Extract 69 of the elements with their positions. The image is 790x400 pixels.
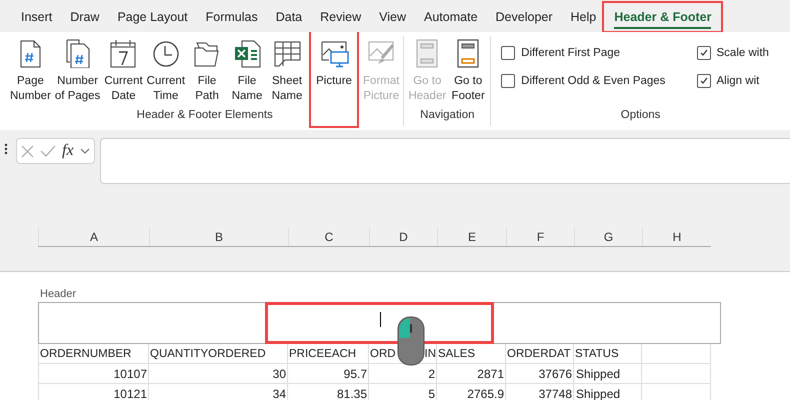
column-header[interactable]: A (38, 228, 149, 246)
ribbon-tab[interactable]: View (370, 4, 416, 30)
table-cell: 10107 (38, 364, 149, 384)
table-cell: ORDERDAT (506, 344, 574, 364)
picture-button[interactable]: Picture (311, 32, 358, 126)
table-cell: QUANTITYORDERED (149, 344, 288, 364)
table-cell: SALES (437, 344, 506, 364)
option-checkbox[interactable]: Different First Page (501, 46, 684, 60)
table-cell: 30 (149, 364, 288, 384)
more-icon[interactable] (4, 142, 8, 156)
formula-input[interactable] (100, 138, 790, 184)
option-checkbox[interactable]: Different Odd & Even Pages (501, 74, 684, 88)
cell-text-fragment: ORD (370, 347, 396, 362)
ribbon-tab[interactable]: Review (311, 4, 370, 30)
enter-icon[interactable] (40, 145, 56, 157)
column-header[interactable]: D (369, 228, 437, 246)
ribbon-tab[interactable]: Formulas (196, 4, 267, 30)
table-cell: 81.35 (288, 384, 369, 400)
table-cell: 5 (369, 384, 437, 400)
empty-cell (642, 364, 711, 384)
table-cell: Shipped (574, 364, 642, 384)
option-checkbox[interactable]: Scale with (696, 46, 788, 60)
table-cell: ORDERNUMBER (38, 344, 149, 364)
insert-function-button[interactable]: fx (62, 142, 74, 160)
column-header[interactable]: G (574, 228, 642, 246)
table-cell: STATUS (574, 344, 642, 364)
table-cell: 2765.9 (437, 384, 506, 400)
table-cell: 95.7 (288, 364, 369, 384)
ribbon-tab[interactable]: Help (562, 4, 606, 30)
group-label: Navigation (419, 108, 476, 123)
ribbon-tab[interactable]: Insert (12, 4, 62, 30)
ribbon-tab[interactable]: Automate (415, 4, 487, 30)
table-cell: 10121 (38, 384, 149, 400)
number-of-pages-button[interactable]: Number of Pages (52, 36, 102, 106)
sheet-name-button[interactable]: Sheet Name (267, 36, 308, 106)
current-time-button[interactable]: Current Time (144, 36, 188, 106)
ribbon-tab[interactable]: Page Layout (108, 4, 197, 30)
cancel-icon[interactable] (21, 144, 34, 158)
table-cell: PRICEEACH (288, 344, 369, 364)
go-to-footer-button[interactable]: Go to Footer (448, 36, 488, 106)
table-cell: 2871 (437, 364, 506, 384)
check-icon (698, 76, 708, 86)
column-header[interactable]: H (642, 228, 711, 246)
table-cell: 37748 (506, 384, 574, 400)
ribbon-tab[interactable]: Data (266, 4, 312, 30)
column-header[interactable]: C (288, 228, 369, 246)
file-path-button[interactable]: File Path (187, 36, 228, 106)
file-name-button[interactable]: File Name (227, 36, 268, 106)
option-checkbox[interactable]: Align wit (696, 74, 788, 88)
column-header[interactable]: E (437, 228, 506, 246)
column-header[interactable]: B (149, 228, 288, 246)
header-label: Header (40, 288, 76, 300)
empty-cell (642, 344, 711, 364)
cell-text-fragment: IN (424, 347, 436, 362)
current-date-button[interactable]: Current Date (102, 36, 145, 106)
ribbon-tab[interactable]: Draw (61, 4, 108, 30)
check-icon (698, 48, 708, 58)
file-name-icon (232, 38, 262, 68)
current-date-icon (108, 38, 138, 68)
group-label: Header & Footer Elements (136, 108, 274, 123)
chevron-icon[interactable] (80, 148, 90, 154)
mouse-icon (397, 316, 425, 366)
ribbon-tab[interactable]: Header & Footer (605, 4, 720, 30)
page-number-button[interactable]: Page Number (8, 36, 53, 106)
group-label: Options (620, 108, 662, 123)
table-cell: 34 (149, 384, 288, 400)
table-cell: 37676 (506, 364, 574, 384)
column-header[interactable]: F (506, 228, 574, 246)
ribbon-tab[interactable]: Developer (486, 4, 562, 30)
